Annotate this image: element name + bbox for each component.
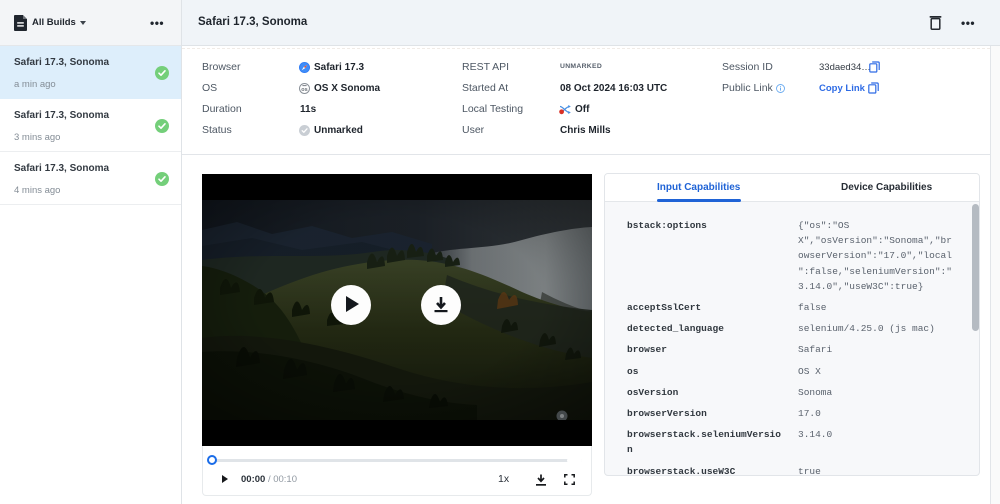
- svg-text:os: os: [301, 87, 307, 93]
